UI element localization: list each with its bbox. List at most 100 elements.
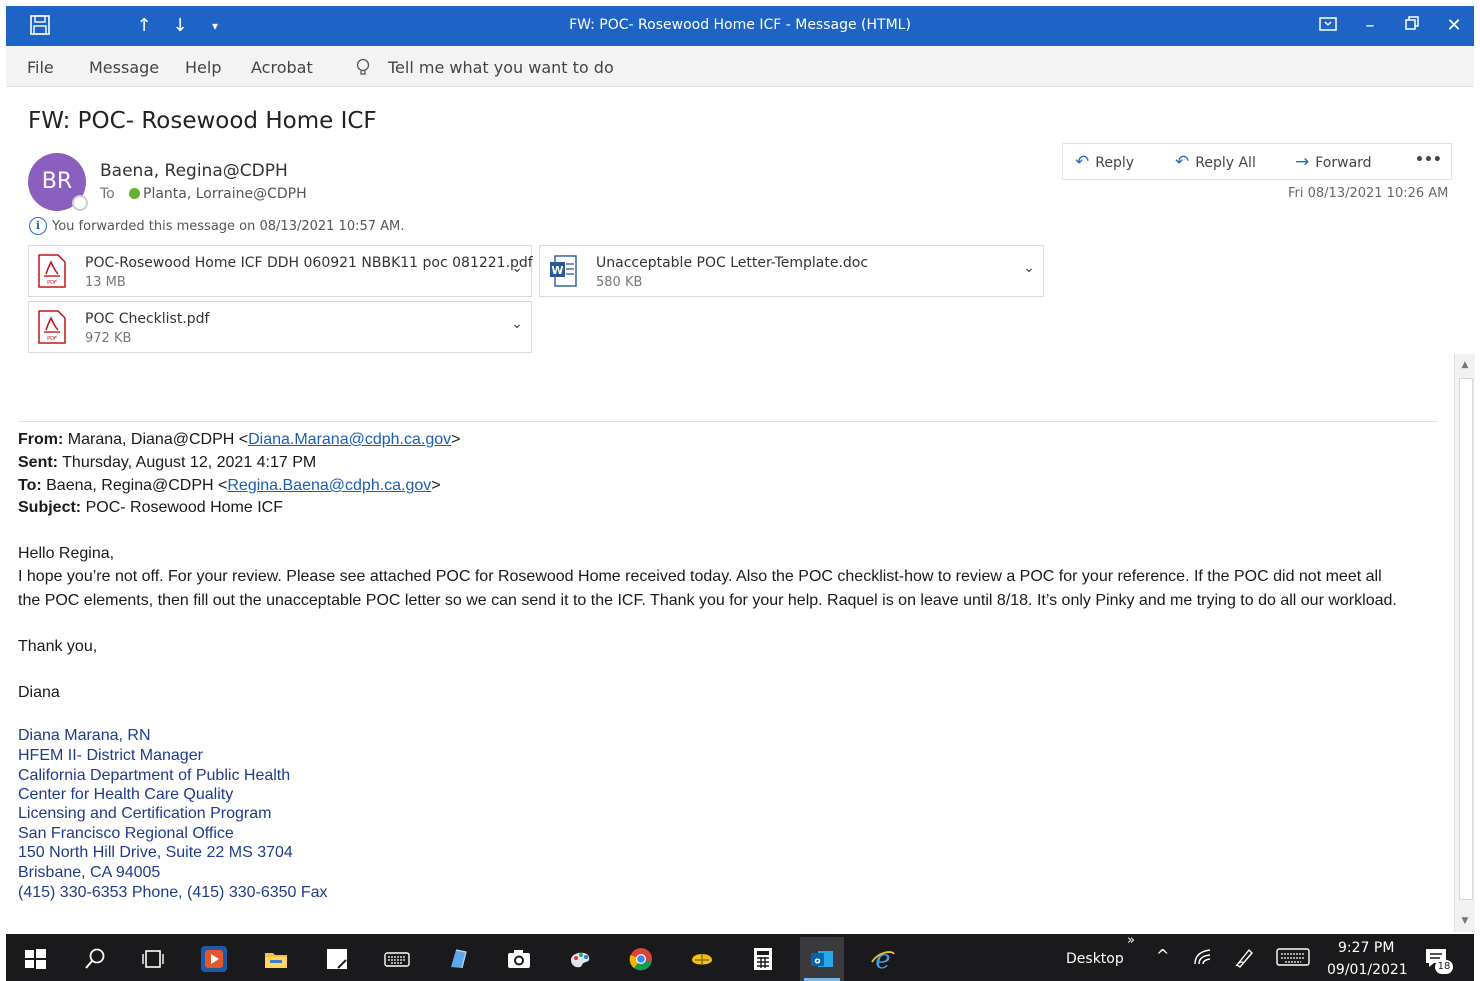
reply-button[interactable]: ↶ Reply <box>1075 152 1134 172</box>
touch-keyboard-icon[interactable] <box>1276 946 1312 972</box>
pdf-file-icon: PDF <box>38 310 66 344</box>
attachment-name: Unacceptable POC Letter-Template.doc <box>596 255 869 271</box>
fwd-from-line: From: Marana, Diana@CDPH <Diana.Marana@c… <box>18 431 460 449</box>
fwd-subject-line: Subject: POC- Rosewood Home ICF <box>18 499 283 517</box>
svg-text:o: o <box>814 957 820 967</box>
tell-me-search[interactable]: Tell me what you want to do <box>388 58 614 77</box>
desktop-toolbar-label[interactable]: Desktop <box>1066 951 1124 967</box>
menu-bar: File Message Help Acrobat Tell me what y… <box>6 46 1474 87</box>
body-thanks: Thank you, <box>18 638 98 655</box>
attachment-size: 13 MB <box>85 275 126 290</box>
avatar-initials: BR <box>41 169 73 194</box>
reply-all-label: Reply All <box>1195 155 1256 171</box>
toolbar-overflow-icon[interactable]: » <box>1127 933 1135 948</box>
scrollbar-thumb[interactable] <box>1459 378 1473 900</box>
forward-icon: → <box>1295 152 1310 172</box>
calculator-icon[interactable] <box>750 946 776 972</box>
camera-icon[interactable] <box>506 946 532 972</box>
reply-all-button[interactable]: ↶ Reply All <box>1175 152 1256 172</box>
outlook-taskbar-button[interactable]: o <box>800 937 844 981</box>
body-greeting: Hello Regina, <box>18 545 115 562</box>
notification-center-icon[interactable]: 18 <box>1424 946 1453 974</box>
restore-icon[interactable] <box>1400 14 1424 38</box>
word-file-icon: W <box>550 255 577 287</box>
fwd-to-line: To: Baena, Regina@CDPH <Regina.Baena@cdp… <box>18 477 441 495</box>
message-date: Fri 08/13/2021 10:26 AM <box>1288 186 1449 201</box>
wifi-icon[interactable] <box>1192 946 1218 972</box>
svg-text:e: e <box>875 946 890 972</box>
fwd-to-end: > <box>431 477 441 494</box>
info-icon: i <box>29 217 47 235</box>
keyboard-icon[interactable] <box>384 946 410 972</box>
close-icon[interactable]: ✕ <box>1442 14 1466 38</box>
recipient-name[interactable]: Planta, Lorraine@CDPH <box>143 186 307 202</box>
chevron-down-icon[interactable]: ⌄ <box>1023 260 1035 276</box>
forward-button[interactable]: → Forward <box>1295 152 1372 172</box>
attachment-pdf-2[interactable]: PDF POC Checklist.pdf 972 KB ⌄ <box>28 301 532 353</box>
minimize-icon[interactable]: – <box>1358 14 1382 38</box>
reply-icon: ↶ <box>1075 152 1090 172</box>
reply-all-icon: ↶ <box>1175 152 1190 172</box>
to-label: To <box>100 186 115 202</box>
scroll-down-icon[interactable]: ▼ <box>1458 914 1472 928</box>
ribbon-display-icon[interactable] <box>1316 14 1340 38</box>
fwd-to-name: Baena, Regina@CDPH < <box>41 477 228 494</box>
attachment-name: POC-Rosewood Home ICF DDH 060921 NBBK11 … <box>85 255 533 271</box>
body-name: Diana <box>18 684 60 701</box>
windows-start-icon[interactable] <box>22 946 48 972</box>
chevron-up-icon[interactable]: ^ <box>1156 946 1169 965</box>
message-subject: FW: POC- Rosewood Home ICF <box>28 108 377 134</box>
message-actions: ↶ Reply ↶ Reply All → Forward ••• <box>1062 143 1452 180</box>
signature-line: Brisbane, CA 94005 <box>18 864 161 881</box>
presence-indicator <box>72 195 88 211</box>
fwd-sent-line: Sent: Thursday, August 12, 2021 4:17 PM <box>18 454 316 472</box>
fwd-sent-label: Sent: <box>18 454 58 471</box>
taskbar: o e Desktop » ^ 9:27 PM 09/01/2021 18 <box>6 933 1474 981</box>
app-blue-icon[interactable] <box>445 946 471 972</box>
attachment-word[interactable]: W Unacceptable POC Letter-Template.doc 5… <box>539 245 1044 297</box>
fwd-sent-value: Thursday, August 12, 2021 4:17 PM <box>58 454 317 471</box>
paint-app-icon[interactable] <box>567 946 593 972</box>
reply-label: Reply <box>1095 155 1135 171</box>
svg-text:PDF: PDF <box>47 280 57 286</box>
app-yellow-icon[interactable] <box>689 946 715 972</box>
chevron-down-icon[interactable]: ⌄ <box>511 316 523 332</box>
attachment-name: POC Checklist.pdf <box>85 311 210 327</box>
internet-explorer-icon[interactable]: e <box>870 945 896 975</box>
notepad-icon[interactable] <box>324 946 350 972</box>
chrome-icon[interactable] <box>628 946 654 972</box>
forward-label: Forward <box>1315 155 1372 171</box>
notification-count: 18 <box>1435 960 1453 974</box>
fwd-to-email-link[interactable]: Regina.Baena@cdph.ca.gov <box>227 477 431 494</box>
task-view-icon[interactable] <box>140 946 166 972</box>
menu-help[interactable]: Help <box>185 58 221 77</box>
search-icon[interactable] <box>82 946 108 972</box>
fwd-from-label: From: <box>18 431 64 448</box>
pen-icon[interactable] <box>1233 946 1259 972</box>
avatar[interactable]: BR <box>28 153 88 211</box>
attachment-pdf-1[interactable]: PDF POC-Rosewood Home ICF DDH 060921 NBB… <box>28 245 533 297</box>
scroll-up-icon[interactable]: ▲ <box>1458 358 1472 372</box>
file-explorer-icon[interactable] <box>263 946 289 972</box>
lightbulb-icon <box>355 58 371 82</box>
fwd-from-name: Marana, Diana@CDPH < <box>63 431 249 448</box>
menu-message[interactable]: Message <box>89 58 159 77</box>
title-bar: ↑ ↓ ▾ FW: POC- Rosewood Home ICF - Messa… <box>6 6 1474 46</box>
vertical-scrollbar[interactable]: ▲ ▼ <box>1454 354 1475 932</box>
media-player-icon[interactable] <box>201 946 227 972</box>
svg-text:PDF: PDF <box>47 336 57 342</box>
fwd-subject-value: POC- Rosewood Home ICF <box>81 499 283 516</box>
menu-acrobat[interactable]: Acrobat <box>251 58 313 77</box>
clock-time[interactable]: 9:27 PM <box>1338 940 1394 956</box>
menu-file[interactable]: File <box>27 58 54 77</box>
clock-date[interactable]: 09/01/2021 <box>1327 962 1408 978</box>
more-actions-button[interactable]: ••• <box>1415 152 1442 168</box>
fwd-from-email-link[interactable]: Diana.Marana@cdph.ca.gov <box>248 431 451 448</box>
svg-text:W: W <box>551 264 563 277</box>
chevron-down-icon[interactable]: ⌄ <box>511 260 523 276</box>
signature-line: Diana Marana, RN <box>18 727 151 744</box>
sender-name[interactable]: Baena, Regina@CDPH <box>100 161 288 181</box>
attachment-size: 972 KB <box>85 331 132 346</box>
signature-line: Licensing and Certification Program <box>18 805 272 822</box>
signature-line: 150 North Hill Drive, Suite 22 MS 3704 <box>18 844 293 861</box>
